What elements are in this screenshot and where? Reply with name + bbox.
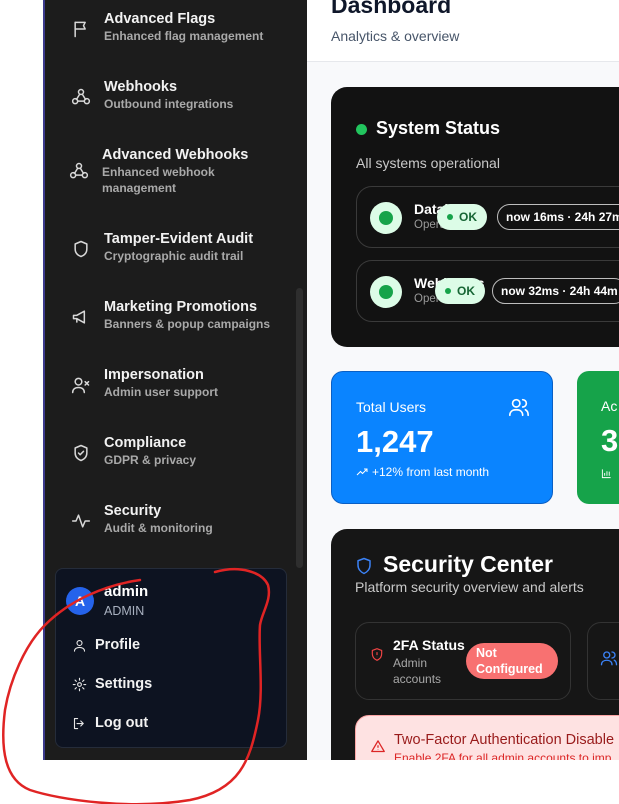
app-window: Advanced Flags Enhanced flag management W…: [0, 0, 619, 804]
logout-icon: [73, 717, 84, 729]
twofa-subtitle: Admin accounts: [393, 656, 442, 686]
check-circle-icon: [370, 276, 402, 308]
shield-alert-icon: [370, 647, 384, 667]
sidebar-item-subtitle: Outbound integrations: [104, 97, 234, 111]
alert-title: Two-Factor Authentication Disable: [394, 732, 615, 748]
activity-icon: [70, 510, 92, 532]
users-trend: +12% from last month: [356, 465, 489, 479]
active-stat-label: Ac: [601, 398, 618, 414]
sidebar-item-subtitle: Cryptographic audit trail: [104, 249, 244, 263]
sidebar-item-subtitle: Banners & popup campaigns: [104, 317, 271, 331]
trending-up-icon: [356, 468, 368, 476]
sidebar-item-title: Webhooks: [104, 79, 178, 95]
security-center-title: Security Center: [383, 551, 554, 577]
active-stat-value: 3: [601, 423, 619, 458]
sidebar-item-compliance[interactable]: Compliance GDPR & privacy: [70, 434, 196, 468]
sidebar-item-subtitle: Admin user support: [104, 385, 219, 399]
service-row: Datab Operational OK now 16ms · 24h 27m: [356, 186, 619, 248]
page-title: Dashboard: [331, 0, 452, 18]
status-badge: OK: [435, 278, 485, 304]
logout-menu-item[interactable]: Log out: [72, 715, 148, 731]
check-circle-icon: [370, 202, 402, 234]
sidebar-item-subtitle: Audit & monitoring: [104, 521, 213, 535]
users-icon: [600, 651, 618, 666]
page-subtitle: Analytics & overview: [331, 28, 460, 44]
profile-menu-item[interactable]: Profile: [72, 637, 140, 653]
page-bottom: [0, 760, 619, 804]
shield-icon: [355, 556, 373, 581]
sidebar-item-subtitle: Enhanced flag management: [104, 29, 264, 43]
sidebar-item-advanced-flags[interactable]: Advanced Flags Enhanced flag management: [70, 10, 263, 44]
webhook-icon: [70, 86, 92, 108]
status-badge: Not Configured: [466, 643, 558, 679]
flag-icon: [70, 18, 92, 40]
settings-label: Settings: [95, 676, 153, 692]
sidebar-item-title: Marketing Promotions: [104, 299, 258, 315]
status-badge: OK: [437, 204, 487, 230]
active-stat-card[interactable]: Ac 3: [577, 371, 619, 504]
users-icon: [508, 396, 530, 423]
sidebar-item-security[interactable]: Security Audit & monitoring: [70, 502, 213, 536]
warning-icon: [370, 739, 386, 759]
latency-badge: now 32ms · 24h 44m: [492, 278, 619, 304]
megaphone-icon: [70, 306, 92, 328]
main-content: Dashboard Analytics & overview System St…: [307, 0, 619, 789]
latency-badge: now 16ms · 24h 27m: [497, 204, 619, 230]
service-row: Webhooks Operational OK now 32ms · 24h 4…: [356, 260, 619, 322]
sidebar: Advanced Flags Enhanced flag management W…: [43, 0, 307, 760]
profile-label: Profile: [95, 637, 141, 653]
sidebar-item-subtitle: GDPR & privacy: [104, 453, 197, 467]
sidebar-item-title: Tamper-Evident Audit: [104, 231, 254, 247]
sidebar-item-title: Security: [104, 503, 162, 519]
sidebar-item-marketing-promotions[interactable]: Marketing Promotions Banners & popup camp…: [70, 298, 270, 332]
avatar[interactable]: A: [66, 587, 94, 615]
sidebar-item-subtitle: Enhanced webhook management: [102, 165, 215, 195]
total-users-value: 1,247: [356, 424, 434, 459]
logout-label: Log out: [95, 715, 149, 731]
system-status-card: System Status All systems operational Da…: [331, 87, 619, 347]
sidebar-item-advanced-webhooks[interactable]: Advanced Webhooks Enhanced webhook manage…: [68, 146, 262, 196]
page-header: Dashboard Analytics & overview: [307, 0, 619, 62]
sidebar-item-title: Advanced Flags: [104, 11, 216, 27]
user-name: admin: [104, 583, 149, 600]
sidebar-item-webhooks[interactable]: Webhooks Outbound integrations: [70, 78, 233, 112]
users-trend-text: +12% from last month: [372, 465, 490, 479]
sidebar-item-title: Impersonation: [104, 367, 204, 383]
sidebar-item-impersonation[interactable]: Impersonation Admin user support: [70, 366, 218, 400]
total-users-card[interactable]: Total Users 1,247 +12% from last month: [331, 371, 553, 504]
user-icon: [73, 639, 86, 652]
shield-icon: [70, 238, 92, 260]
sidebar-scrollbar[interactable]: [296, 288, 303, 568]
system-status-title: System Status: [376, 118, 501, 138]
security-center-subtitle: Platform security overview and alerts: [355, 579, 584, 595]
sidebar-item-title: Compliance: [104, 435, 187, 451]
system-status-subtitle: All systems operational: [356, 155, 500, 171]
settings-menu-item[interactable]: Settings: [72, 676, 152, 692]
bar-chart-icon: [601, 466, 612, 484]
security-stat-card[interactable]: [587, 622, 619, 700]
user-menu: A admin ADMIN Profile Settings Log out: [55, 568, 287, 748]
status-dot-icon: [356, 124, 367, 135]
shield-check-icon: [70, 442, 92, 464]
total-users-label: Total Users: [356, 399, 427, 415]
user-role: ADMIN: [104, 604, 145, 618]
gear-icon: [72, 677, 87, 691]
twofa-title: 2FA Status: [393, 637, 465, 653]
security-center-card: Security Center Platform security overvi…: [331, 529, 619, 789]
webhook-icon: [68, 160, 90, 182]
twofa-status-card[interactable]: 2FA Status Admin accounts Not Configured: [355, 622, 571, 700]
user-x-icon: [70, 374, 92, 396]
sidebar-item-title: Advanced Webhooks: [102, 147, 249, 163]
sidebar-item-tamper-evident-audit[interactable]: Tamper-Evident Audit Cryptographic audit …: [70, 230, 253, 264]
